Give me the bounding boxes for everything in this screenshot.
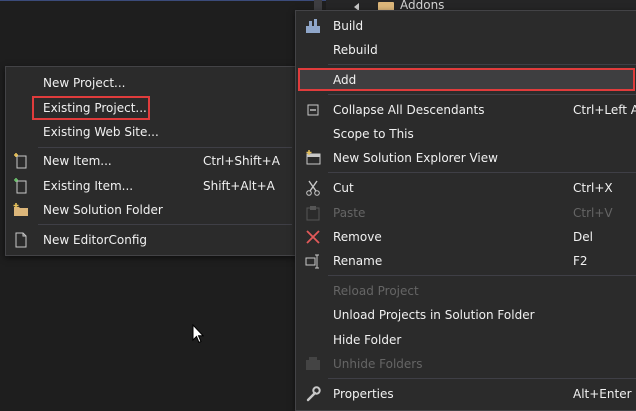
scrollbar-thumb[interactable]: [314, 0, 322, 10]
menu-item-label: Collapse All Descendants: [333, 103, 485, 117]
menu-item-cut[interactable]: Cut Ctrl+X: [296, 177, 636, 199]
menu-item-unhide-folders[interactable]: Unhide Folders: [296, 353, 636, 375]
add-submenu: New Project... Existing Project... Exist…: [5, 66, 297, 256]
menu-item-label: Scope to This: [333, 127, 414, 141]
menu-item-new-solution-folder[interactable]: New Solution Folder: [6, 199, 296, 221]
menu-item-unload-projects[interactable]: Unload Projects in Solution Folder: [296, 304, 636, 326]
menu-item-label: Unhide Folders: [333, 357, 423, 371]
solution-folder-icon: [13, 202, 29, 218]
remove-icon: [305, 229, 321, 245]
collapse-icon: [305, 102, 321, 118]
file-icon: [13, 232, 29, 248]
menu-item-label: Hide Folder: [333, 333, 402, 347]
menu-item-label: Build: [333, 19, 364, 33]
menu-item-label: Remove: [333, 230, 382, 244]
menu-item-label: New Solution Folder: [43, 203, 163, 217]
menu-item-shortcut: Ctrl+X: [573, 181, 613, 195]
menu-item-shortcut: Shift+Alt+A: [203, 179, 275, 193]
new-view-icon: [305, 150, 321, 166]
menu-item-label: New Item...: [43, 154, 112, 168]
menu-item-label: New Solution Explorer View: [333, 151, 498, 165]
menu-item-existing-project[interactable]: Existing Project...: [6, 97, 296, 119]
menu-item-label: Add: [333, 73, 357, 87]
menu-item-shortcut: Alt+Enter: [573, 387, 632, 401]
menu-item-label: Paste: [333, 206, 366, 220]
menu-item-collapse-all-descendants[interactable]: Collapse All Descendants Ctrl+Left A: [296, 99, 636, 121]
menu-separator: [38, 147, 292, 148]
unhide-icon: [305, 356, 321, 372]
rename-icon: [305, 253, 321, 269]
menu-item-rebuild[interactable]: Rebuild: [296, 39, 636, 61]
menu-item-existing-item[interactable]: Existing Item... Shift+Alt+A: [6, 175, 296, 197]
menu-item-rename[interactable]: Rename F2: [296, 250, 636, 272]
menu-item-shortcut: F2: [573, 254, 588, 268]
menu-item-shortcut: Ctrl+Shift+A: [203, 154, 280, 168]
title-divider: [0, 0, 350, 1]
menu-item-label: Existing Project...: [43, 101, 147, 115]
menu-item-scope-to-this[interactable]: Scope to This: [296, 123, 636, 145]
menu-separator: [328, 275, 636, 276]
wrench-icon: [305, 386, 321, 402]
menu-item-build[interactable]: Build: [296, 15, 636, 37]
menu-item-shortcut: Ctrl+V: [573, 206, 613, 220]
menu-item-new-item[interactable]: New Item... Ctrl+Shift+A: [6, 150, 296, 172]
context-menu: Build Rebuild Add Collapse All Descendan…: [295, 10, 636, 411]
menu-item-label: New Project...: [43, 76, 126, 90]
build-icon: [305, 18, 321, 34]
menu-item-remove[interactable]: Remove Del: [296, 226, 636, 248]
mouse-cursor-icon: [192, 324, 204, 344]
menu-item-existing-web-site[interactable]: Existing Web Site...: [6, 121, 296, 143]
menu-item-label: Cut: [333, 181, 354, 195]
menu-item-properties[interactable]: Properties Alt+Enter: [296, 383, 636, 405]
menu-separator: [328, 172, 636, 173]
menu-item-reload-project[interactable]: Reload Project: [296, 280, 636, 302]
menu-item-label: Rename: [333, 254, 383, 268]
menu-item-hide-folder[interactable]: Hide Folder: [296, 329, 636, 351]
menu-separator: [38, 224, 292, 225]
clipboard-icon: [305, 205, 321, 221]
menu-item-add[interactable]: Add: [296, 69, 636, 91]
menu-item-label: Reload Project: [333, 284, 419, 298]
new-item-icon: [13, 153, 29, 169]
menu-item-label: New EditorConfig: [43, 233, 148, 247]
menu-item-label: Unload Projects in Solution Folder: [333, 308, 535, 322]
menu-separator: [328, 94, 636, 95]
menu-item-label: Existing Web Site...: [43, 125, 159, 139]
menu-item-new-editorconfig[interactable]: New EditorConfig: [6, 229, 296, 251]
menu-separator: [328, 64, 636, 65]
menu-item-new-solution-explorer-view[interactable]: New Solution Explorer View: [296, 147, 636, 169]
menu-item-shortcut: Ctrl+Left A: [573, 103, 636, 117]
menu-item-shortcut: Del: [573, 230, 593, 244]
scissors-icon: [305, 180, 321, 196]
menu-item-label: Properties: [333, 387, 394, 401]
menu-item-label: Existing Item...: [43, 179, 134, 193]
existing-item-icon: [13, 178, 29, 194]
menu-item-new-project[interactable]: New Project...: [6, 72, 296, 94]
menu-item-paste[interactable]: Paste Ctrl+V: [296, 202, 636, 224]
menu-separator: [328, 378, 636, 379]
menu-item-label: Rebuild: [333, 43, 378, 57]
